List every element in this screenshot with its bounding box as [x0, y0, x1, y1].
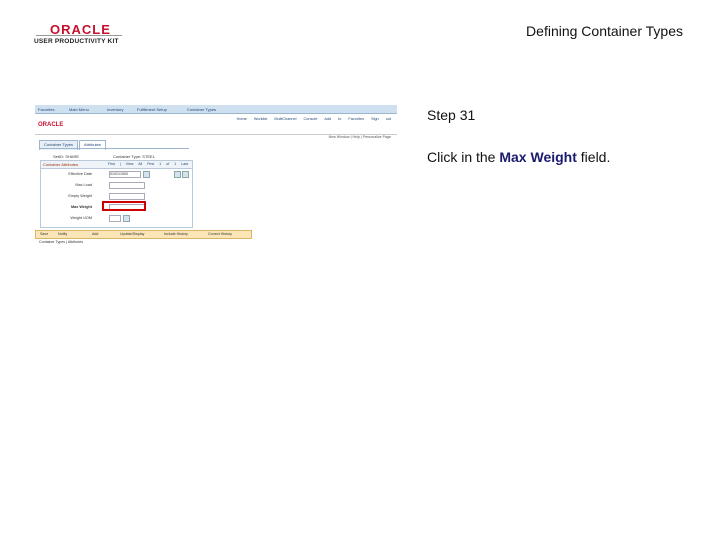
nav-link-signout[interactable]: Sign out	[371, 117, 391, 121]
breadcrumb-item[interactable]: Main Menu	[69, 107, 89, 112]
section-title: Container Attributes	[43, 162, 79, 167]
max-weight-label: Max Weight	[70, 205, 92, 209]
calendar-icon[interactable]	[143, 171, 150, 178]
instruction-suffix: field.	[576, 149, 611, 165]
nav-link-favorites[interactable]: Add to Favorites	[324, 117, 364, 121]
delete-row-icon[interactable]	[182, 171, 189, 178]
lookup-icon[interactable]	[123, 215, 130, 222]
header-nav: Home Worklist MultiChannel Console Add t…	[237, 117, 391, 121]
breadcrumb-bar: Favorites Main Menu Inventory Fulfillmen…	[35, 105, 397, 114]
application-screenshot: Favorites Main Menu Inventory Fulfillmen…	[35, 105, 397, 250]
oracle-upk-logo: ORACLE USER PRODUCTIVITY KIT	[34, 22, 124, 48]
weight-uom-input[interactable]	[109, 215, 121, 222]
add-row-icon[interactable]	[174, 171, 181, 178]
save-button[interactable]: Save	[40, 232, 48, 236]
effective-date-input[interactable]: 01/01/1900	[109, 171, 141, 178]
container-type-value: Container Type: STEEL	[113, 154, 155, 159]
setid-value: SetID: SHARE	[53, 154, 80, 159]
include-history-button[interactable]: Include History	[164, 232, 188, 236]
logo-rule	[36, 35, 122, 36]
empty-weight-input[interactable]	[109, 193, 145, 200]
instruction-prefix: Click in the	[427, 149, 500, 165]
nav-link-multichannel[interactable]: MultiChannel Console	[274, 117, 317, 121]
max-load-label: Max Load	[75, 183, 92, 187]
step-label: Step 31	[427, 107, 476, 123]
action-button-bar: Save Notify Add Update/Display Include H…	[35, 230, 252, 239]
app-header: ORACLE Home Worklist MultiChannel Consol…	[35, 114, 397, 135]
breadcrumb-item[interactable]: Fulfillment Setup	[137, 107, 167, 112]
page-title: Defining Container Types	[526, 23, 683, 39]
nav-link-worklist[interactable]: Worklist	[254, 117, 267, 121]
breadcrumb-item[interactable]: Favorites	[38, 107, 54, 112]
breadcrumb-item[interactable]: Inventory	[107, 107, 123, 112]
max-weight-highlight[interactable]	[102, 201, 146, 211]
max-load-input[interactable]	[109, 182, 145, 189]
notify-button[interactable]: Notify	[58, 232, 67, 236]
footer-links[interactable]: Container Types | Attributes	[39, 240, 83, 244]
container-attributes-section: Container Attributes Find | View All Fir…	[40, 160, 193, 228]
correct-history-button[interactable]: Correct History	[208, 232, 232, 236]
page-toolbar-links[interactable]: New Window | Help | Personalize Page	[329, 135, 391, 139]
update-display-button[interactable]: Update/Display	[120, 232, 144, 236]
section-header: Container Attributes Find | View All Fir…	[41, 161, 192, 169]
nav-link-home[interactable]: Home	[237, 117, 247, 121]
effective-date-label: Effective Date	[68, 172, 92, 176]
app-logo: ORACLE	[38, 122, 64, 128]
add-button[interactable]: Add	[92, 232, 98, 236]
tab-divider	[39, 148, 189, 149]
empty-weight-label: Empty Weight	[68, 194, 92, 198]
instruction-text: Click in the Max Weight field.	[427, 149, 610, 165]
section-nav[interactable]: Find | View All First 1 of 1 Last	[108, 162, 188, 166]
logo-subtitle: USER PRODUCTIVITY KIT	[34, 38, 119, 45]
instruction-target: Max Weight	[499, 149, 577, 165]
weight-uom-label: Weight UOM	[70, 216, 92, 220]
breadcrumb-item[interactable]: Container Types	[187, 107, 216, 112]
